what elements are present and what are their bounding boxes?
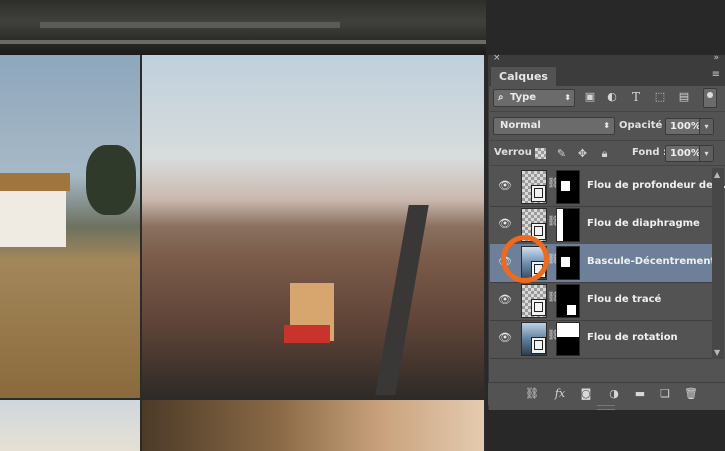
blend-mode-dropdown[interactable]: Normal ⬍	[493, 117, 615, 135]
opacity-value: 100%	[670, 121, 701, 132]
layer-thumbnail[interactable]	[521, 170, 547, 204]
panel-tab-row: Calques ≡	[488, 67, 725, 86]
blend-mode-value: Normal	[500, 120, 541, 131]
smart-object-icon	[531, 185, 546, 202]
dropdown-arrows-icon: ⬍	[603, 121, 610, 130]
layer-thumbnail[interactable]	[521, 284, 547, 318]
layer-row[interactable]: 👁︎ ⛓︎ Flou de profondeur de c...	[490, 168, 725, 207]
layer-mask-thumbnail[interactable]	[556, 208, 580, 242]
filter-kind-dropdown[interactable]: ⌕ Type ⬍	[493, 89, 575, 107]
lock-position-icon[interactable]: ✥	[576, 147, 589, 160]
eye-icon[interactable]: 👁︎	[498, 179, 512, 193]
layers-scrollbar[interactable]: ▲ ▼	[712, 168, 724, 359]
smart-object-icon	[531, 299, 546, 316]
opacity-field[interactable]: 100% ▾	[665, 118, 714, 135]
lock-image-pixels-icon[interactable]: ✎	[555, 147, 568, 160]
adjustment-filter-icon[interactable]: ◐	[605, 90, 619, 104]
lock-all-icon[interactable]: 🔒︎	[598, 147, 611, 160]
layer-row[interactable]: 👁︎ ⛓︎ Flou de rotation	[490, 320, 712, 359]
close-icon[interactable]: ×	[493, 53, 501, 63]
lock-transparent-pixels-icon[interactable]	[535, 148, 546, 159]
layer-name[interactable]: Bascule-Décentrement	[587, 256, 715, 267]
eye-icon[interactable]: 👁︎	[498, 293, 512, 307]
scroll-up-icon[interactable]: ▲	[714, 170, 720, 179]
scroll-down-icon[interactable]: ▼	[714, 348, 720, 357]
highlight-circle-annotation	[501, 235, 549, 283]
fx-icon[interactable]: fx	[552, 387, 568, 401]
lock-label: Verrou :	[494, 147, 540, 158]
photo-city	[142, 55, 484, 398]
divider	[488, 165, 725, 166]
smart-object-icon	[531, 337, 546, 354]
document-canvas[interactable]	[0, 0, 486, 451]
chevron-down-icon[interactable]: ▾	[699, 119, 713, 134]
filter-toggle[interactable]	[703, 88, 717, 108]
smart-object-filter-icon[interactable]: ▤	[677, 90, 691, 104]
search-icon: ⌕	[498, 92, 504, 103]
image-filter-icon[interactable]: ▣	[583, 90, 597, 104]
collapse-icon[interactable]: »	[713, 53, 719, 63]
panel-header-bar: × »	[488, 53, 725, 67]
photo-bottom-left	[0, 400, 140, 451]
layer-mask-thumbnail[interactable]	[556, 170, 580, 204]
new-layer-icon[interactable]: ❏	[657, 387, 673, 401]
divider	[488, 140, 725, 141]
eye-icon[interactable]: 👁︎	[498, 217, 512, 231]
layer-row[interactable]: 👁︎ ⛓︎ Flou de tracé	[490, 282, 712, 321]
delete-layer-icon[interactable]: 🗑︎	[683, 387, 699, 401]
fill-value: 100%	[670, 148, 701, 159]
layers-bottom-toolbar: ⛓︎ fx ◙ ◑ ▬ ❏ 🗑︎	[488, 382, 725, 405]
tab-layers[interactable]: Calques	[491, 67, 556, 86]
photo-top-strip	[0, 0, 486, 55]
text-filter-icon[interactable]: T	[629, 90, 643, 104]
chevron-down-icon[interactable]: ▾	[699, 146, 713, 161]
filter-kind-label: Type	[510, 92, 537, 103]
adjustment-layer-icon[interactable]: ◑	[606, 387, 622, 401]
photo-farmhouse	[0, 55, 140, 398]
fill-label: Fond :	[632, 147, 668, 158]
layer-name[interactable]: Flou de tracé	[587, 294, 661, 305]
divider	[488, 111, 725, 112]
new-group-icon[interactable]: ▬	[632, 387, 648, 401]
layer-mask-thumbnail[interactable]	[556, 322, 580, 356]
layer-mask-thumbnail[interactable]	[556, 246, 580, 280]
layer-mask-thumbnail[interactable]	[556, 284, 580, 318]
dropdown-arrows-icon: ⬍	[564, 93, 571, 102]
shape-filter-icon[interactable]: ⬚	[653, 90, 667, 104]
panel-menu-icon[interactable]: ≡	[712, 69, 720, 80]
layer-name[interactable]: Flou de profondeur de c...	[587, 180, 725, 191]
link-layers-icon[interactable]: ⛓︎	[524, 387, 540, 401]
layer-name[interactable]: Flou de rotation	[587, 332, 678, 343]
empty-panel-area	[488, 410, 725, 451]
layer-thumbnail[interactable]	[521, 322, 547, 356]
fill-field[interactable]: 100% ▾	[665, 145, 714, 162]
opacity-label: Opacité :	[619, 120, 670, 131]
add-mask-icon[interactable]: ◙	[578, 387, 594, 401]
photo-bottom-right	[142, 400, 484, 451]
layer-name[interactable]: Flou de diaphragme	[587, 218, 700, 229]
eye-icon[interactable]: 👁︎	[498, 331, 512, 345]
